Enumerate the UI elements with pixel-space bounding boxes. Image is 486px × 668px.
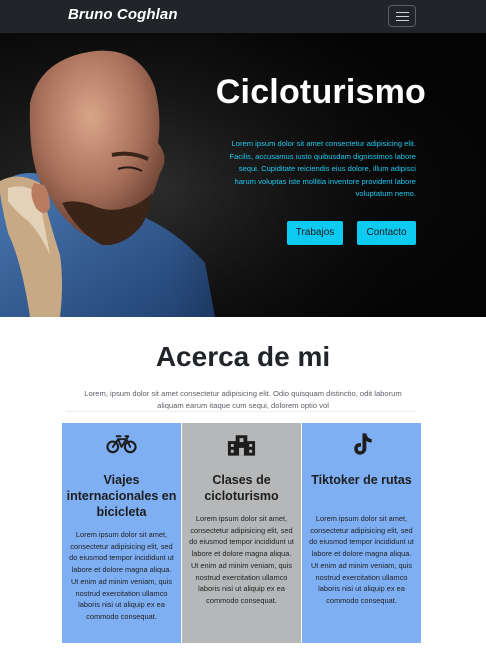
card-title: Tiktoker de rutas [311, 473, 412, 487]
brand-link[interactable]: Bruno Coghlan [68, 6, 178, 23]
about-description: Lorem, ipsum dolor sit amet consectetur … [84, 389, 402, 410]
trabajos-button[interactable]: Trabajos [287, 221, 343, 245]
card-title: Viajes internacionales en bicicleta [66, 473, 177, 519]
card-clases: Clases de cicloturismo Lorem ipsum dolor… [182, 423, 301, 643]
card-tiktok: Tiktoker de rutas Lorem ipsum dolor sit … [302, 423, 421, 643]
card-text: Lorem ipsum dolor sit amet, consectetur … [189, 514, 294, 605]
divider [66, 411, 416, 412]
card-text: Lorem ipsum dolor sit amet, consectetur … [69, 530, 174, 621]
navbar-toggler-button[interactable] [388, 5, 416, 27]
card-text: Lorem ipsum dolor sit amet, consectetur … [309, 514, 414, 605]
navbar: Bruno Coghlan [0, 0, 486, 33]
hero-title: Cicloturismo [215, 73, 426, 111]
tiktok-icon [354, 433, 372, 455]
card-viajes: Viajes internacionales en bicicleta Lore… [62, 423, 181, 643]
hero-section: Cicloturismo Lorem ipsum dolor sit amet … [0, 33, 486, 317]
contacto-button[interactable]: Contacto [357, 221, 416, 245]
about-title: Acerca de mi [155, 341, 331, 372]
bicycle-icon [106, 435, 137, 454]
card-title: Clases de cicloturismo [204, 473, 279, 503]
building-icon [227, 435, 256, 456]
hero-description: Lorem ipsum dolor sit amet consectetur a… [229, 139, 416, 199]
